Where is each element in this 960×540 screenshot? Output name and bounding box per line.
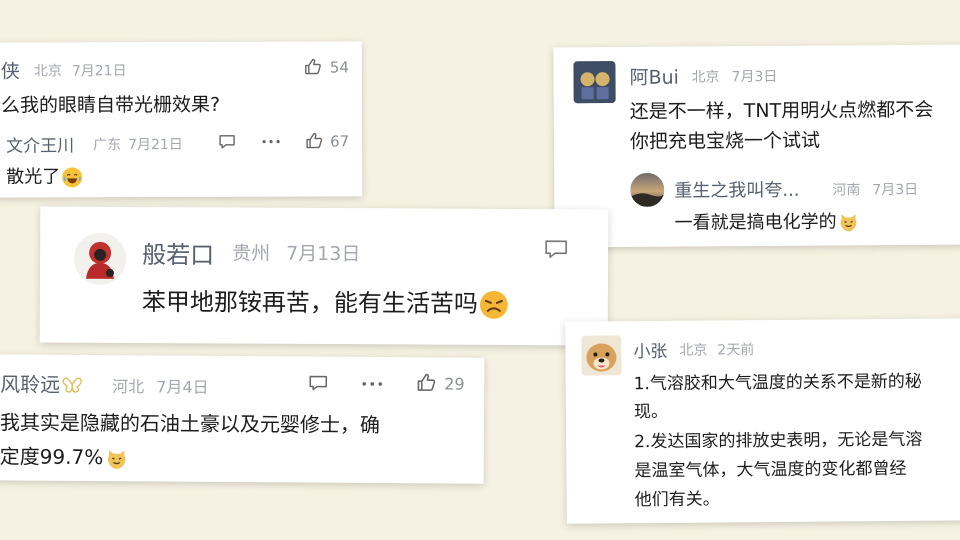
reply-avatar[interactable] (630, 172, 665, 207)
comment-text-line-2: 定度99.7% (0, 440, 127, 470)
comment-text-line-1: 还是不一样，TNT用明火点燃都不会 (629, 98, 934, 123)
cat-face-emoji-icon (838, 212, 858, 232)
comment-card-3: 般若口 贵州 7月13日 苯甲地那铵再苦，能有生活苦吗 (39, 206, 609, 346)
comment-date: 7月4日 (156, 377, 209, 397)
comment-text-line-4: 是温室气体，大气温度的变化都曾经 (634, 458, 907, 482)
comment-icon[interactable] (544, 239, 568, 259)
avatar[interactable] (73, 232, 127, 285)
comment-text-line-1: 1.气溶胶和大气温度的关系不是新的秘 (633, 371, 922, 395)
frowning-emoji-icon (479, 290, 508, 319)
reply-location: 广东 (93, 137, 122, 154)
reply-author[interactable]: 文介王川 (6, 131, 74, 156)
like-count: 29 (444, 374, 465, 394)
comment-icon[interactable] (218, 134, 236, 150)
reply-date: 7月21日 (128, 136, 183, 154)
comment-author[interactable]: 大侠 (0, 57, 20, 84)
laughing-emoji-icon (62, 167, 83, 188)
cat-face-emoji-icon (105, 448, 127, 470)
comment-location: 河北 (112, 377, 145, 397)
comment-author[interactable]: 般若口 (142, 235, 214, 270)
comment-card-1: 大侠 北京 7月21日 54 什么我的眼睛自带光栅效果? 文介王川 广东 7月2… (0, 41, 363, 198)
comment-text-line-2-content: 定度99.7% (0, 444, 104, 470)
comment-text-line-3: 2.发达国家的排放史表明，无论是气溶 (634, 429, 923, 453)
comment-text-line-2: 现。 (633, 401, 669, 423)
avatar[interactable] (581, 335, 622, 376)
comment-location: 北京 (691, 69, 720, 86)
comment-location: 北京 (33, 63, 62, 80)
thumbs-up-icon[interactable] (416, 372, 436, 392)
comment-text: 什么我的眼睛自带光栅效果? (0, 93, 221, 117)
comment-author[interactable]: 阿Bui (629, 63, 679, 90)
reply-like-count: 67 (330, 132, 350, 151)
comment-author[interactable]: 风聆远 (0, 368, 82, 398)
reply-text: 一看就是搞电化学的 (674, 207, 858, 234)
more-options-icon[interactable] (262, 140, 280, 144)
more-options-icon[interactable] (362, 382, 383, 386)
reply-text-content: 一看就是搞电化学的 (674, 211, 837, 234)
comment-location: 贵州 (232, 242, 271, 265)
comment-text: 苯甲地那铵再苦，能有生活苦吗 (142, 282, 508, 319)
comment-date: 2天前 (717, 342, 755, 359)
reply-author[interactable]: 重生之我叫夸... (674, 176, 799, 203)
comment-text-line-1: 我其实是隐藏的石油土豪以及元婴修士，确 (0, 410, 381, 438)
comment-date: 7月21日 (71, 63, 127, 80)
comment-text-line-5: 他们有关。 (634, 489, 720, 511)
comment-card-5: 小张 北京 2天前 1.气溶胶和大气温度的关系不是新的秘 现。 2.发达国家的排… (565, 318, 960, 524)
reply-date: 7月3日 (872, 181, 919, 199)
comment-date: 7月13日 (286, 242, 361, 266)
reply-text: 散光了 (6, 162, 83, 188)
comment-author-name: 风聆远 (0, 372, 61, 397)
reply-text-content: 散光了 (6, 166, 61, 188)
avatar[interactable] (573, 61, 616, 104)
comment-location: 北京 (679, 342, 708, 359)
comment-card-2: 阿Bui 北京 7月3日 还是不一样，TNT用明火点燃都不会 你把充电宝烧一个试… (553, 44, 960, 248)
thumbs-up-icon[interactable] (304, 57, 322, 75)
comment-card-4: 风聆远 河北 7月4日 29 我其实是隐藏的石油土豪以及元婴修士，确 定度99.… (0, 354, 485, 484)
comment-icon[interactable] (308, 375, 328, 393)
reply-location: 河南 (832, 182, 861, 199)
comment-date: 7月3日 (731, 68, 778, 86)
butterfly-icon (62, 374, 82, 398)
comment-text-line-2: 你把充电宝烧一个试试 (629, 129, 821, 153)
comment-text-content: 苯甲地那铵再苦，能有生活苦吗 (141, 288, 478, 318)
thumbs-up-icon[interactable] (305, 131, 323, 149)
comment-author[interactable]: 小张 (633, 337, 667, 362)
like-count: 54 (329, 58, 349, 77)
